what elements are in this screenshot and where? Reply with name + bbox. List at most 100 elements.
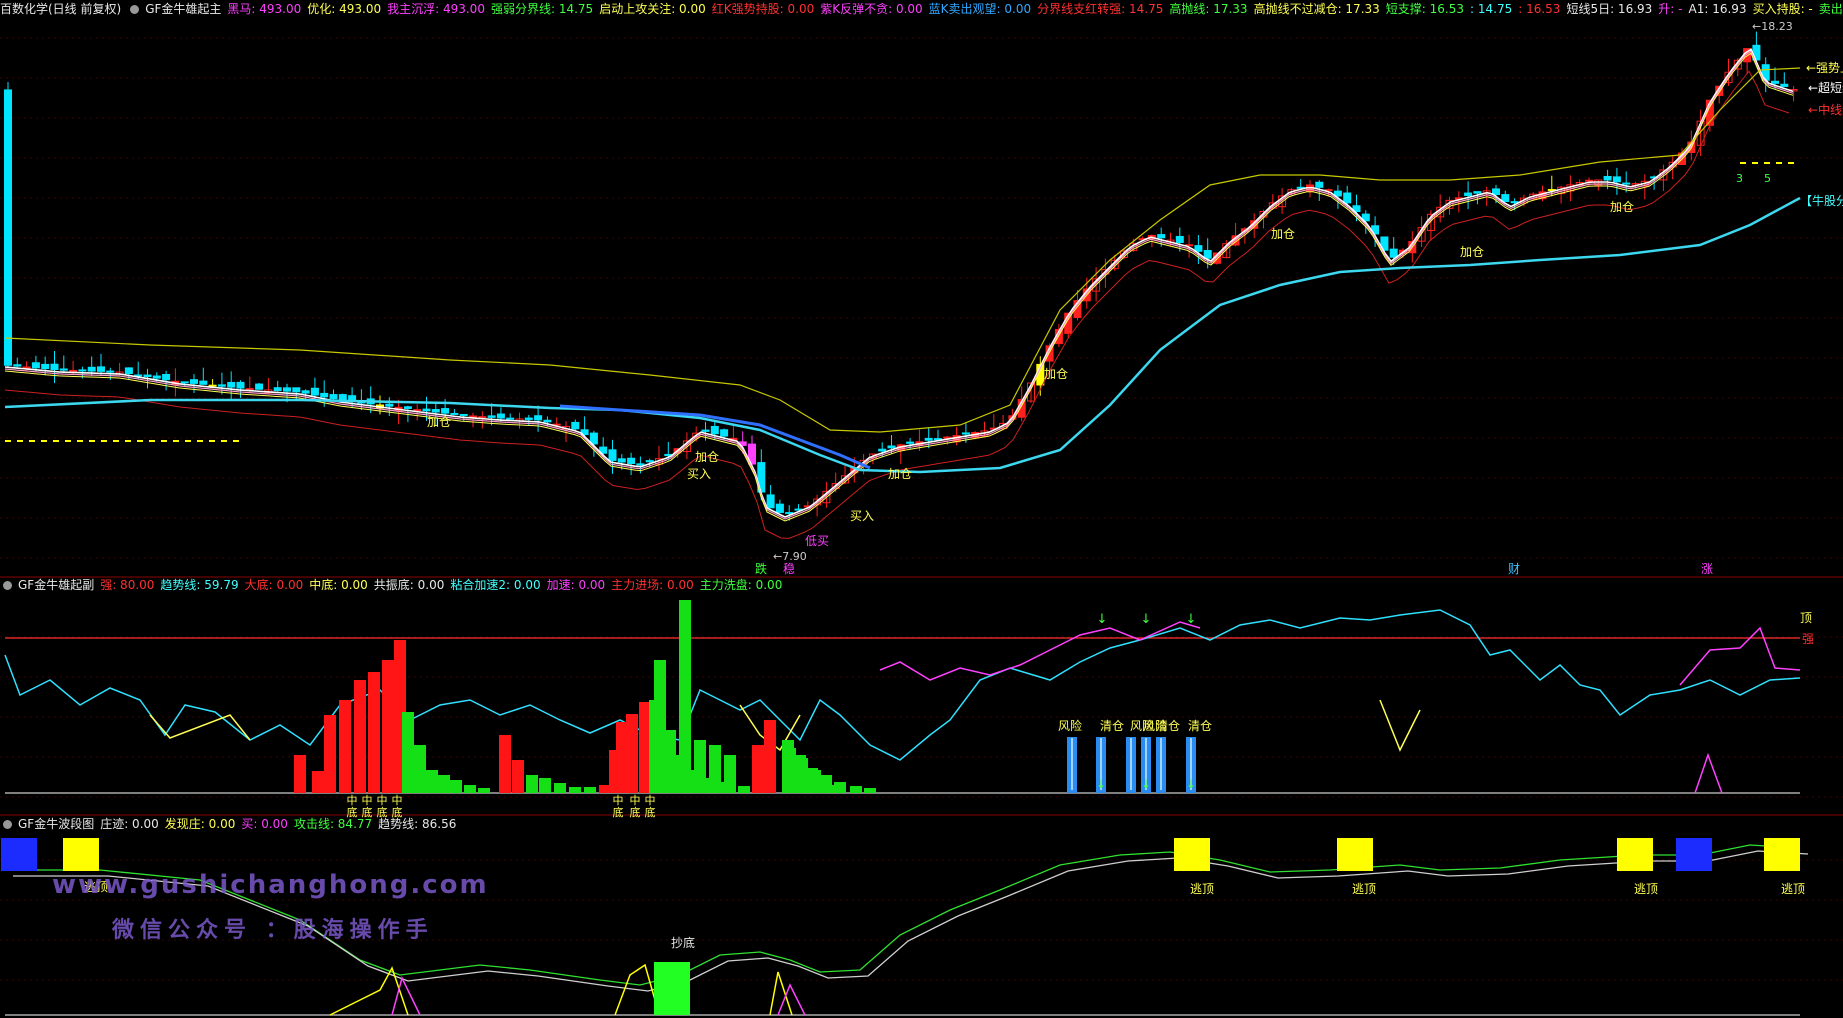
candle-body xyxy=(710,425,719,435)
right-label: ←中线线 xyxy=(1808,102,1843,117)
candle-body xyxy=(152,375,161,379)
signal-block xyxy=(1676,838,1712,871)
candle-body xyxy=(22,366,31,369)
candle-body xyxy=(1389,248,1398,258)
candle-body xyxy=(106,370,115,373)
count-label: 5 xyxy=(1764,172,1771,185)
mid-bottom-label: 底 xyxy=(362,805,373,819)
candle-body xyxy=(701,429,710,432)
washout-bar xyxy=(850,786,862,793)
candle-body xyxy=(645,460,654,463)
candle-body xyxy=(524,417,533,420)
candle-body xyxy=(13,364,22,367)
sell-arrow-icon: ↓ xyxy=(1186,777,1196,791)
candle-body xyxy=(1315,181,1324,188)
strong-label: 强 xyxy=(1802,632,1814,646)
candle-body xyxy=(1203,249,1212,259)
add-position-label: 加仓 xyxy=(427,415,451,429)
candle-body xyxy=(1622,182,1631,185)
washout-bar xyxy=(704,778,716,793)
buy-label: 买入 xyxy=(687,467,711,481)
candle-body xyxy=(924,437,933,441)
right-label: 【牛股分 xyxy=(1800,193,1843,208)
stock-chart-canvas[interactable]: 加仓加仓加仓加仓加仓加仓买入买入加仓低买←7.90←18.23跌稳财涨←强势上←… xyxy=(0,0,1843,1018)
candle-body xyxy=(292,387,301,393)
candle-body xyxy=(338,394,347,401)
washout-bar xyxy=(649,700,661,793)
short-line xyxy=(4,48,1794,518)
candle-body xyxy=(1157,234,1166,239)
washout-bar xyxy=(526,775,538,793)
candle-body xyxy=(878,448,887,452)
candle-body xyxy=(217,384,226,387)
mid-bottom-label: 底 xyxy=(392,805,403,819)
candle-body xyxy=(608,449,617,461)
trend-line xyxy=(4,609,1801,761)
sell-arrow-icon: ↓ xyxy=(1097,612,1108,627)
main-force-bar xyxy=(499,735,511,793)
mid-bottom-label: 底 xyxy=(645,805,656,819)
risk-label: 风险 xyxy=(1143,718,1167,733)
pink-line xyxy=(4,50,1794,520)
candle-body xyxy=(785,512,794,515)
top-label: 顶 xyxy=(1800,611,1812,625)
candle-body xyxy=(422,408,431,412)
candle-body xyxy=(1771,80,1779,84)
main-force-bar xyxy=(752,745,764,793)
candle-body xyxy=(961,432,970,435)
candle-body xyxy=(78,369,87,372)
main-force-bar xyxy=(512,760,524,793)
buy-bottom-label: 抄底 xyxy=(671,935,695,950)
candle-body xyxy=(143,374,152,378)
main-force-bar xyxy=(324,715,336,793)
candle-body xyxy=(1612,176,1621,183)
spike-magenta xyxy=(777,983,806,1016)
washout-bar xyxy=(569,787,581,793)
washout-bar xyxy=(794,755,806,793)
buy-label: 买入 xyxy=(850,509,874,523)
signal-block xyxy=(1337,838,1373,871)
mid-bottom-label: 底 xyxy=(630,805,641,819)
main-force-bar xyxy=(626,714,638,793)
candle-body xyxy=(496,413,505,419)
add-position-label: 加仓 xyxy=(1271,227,1295,241)
signal-block xyxy=(1617,838,1653,871)
trend-line-yellow xyxy=(1379,699,1421,752)
washout-bar xyxy=(426,770,438,793)
candle-body xyxy=(431,409,440,413)
add-position-label: 加仓 xyxy=(695,450,719,464)
sell-arrow-icon: ↓ xyxy=(1186,612,1197,627)
high-price-label: ←18.23 xyxy=(1752,20,1793,33)
candle-body xyxy=(273,387,282,392)
mid-bottom-label: 底 xyxy=(377,805,388,819)
candle-body xyxy=(87,366,96,372)
escape-top-label: 逃顶 xyxy=(1634,882,1658,896)
risk-label: 风险 xyxy=(1058,718,1082,733)
main-force-bar xyxy=(294,755,306,793)
candle-body xyxy=(487,415,496,418)
washout-bar xyxy=(676,755,688,793)
signal-block xyxy=(1,838,37,871)
escape-top-label: 逃顶 xyxy=(1352,882,1376,896)
candle-body xyxy=(227,381,236,388)
candle-body xyxy=(766,494,775,509)
candle-body xyxy=(413,409,422,412)
candle-body xyxy=(887,445,896,449)
candle-body xyxy=(97,366,105,372)
main-force-bar xyxy=(368,672,380,793)
accel-spike xyxy=(1694,752,1723,794)
candle-body xyxy=(320,392,329,398)
washout-bar xyxy=(414,745,426,793)
candle-body xyxy=(283,387,291,392)
mid-bottom-label: 底 xyxy=(613,805,624,819)
risk-label: 清仓 xyxy=(1188,719,1212,733)
signal-block xyxy=(63,838,99,871)
candle-body xyxy=(627,457,636,465)
candle-body xyxy=(180,381,189,384)
main-force-bar xyxy=(354,680,366,793)
candle-body xyxy=(59,368,68,371)
washout-bar xyxy=(864,788,876,793)
candle-body xyxy=(1603,175,1612,181)
candle-body xyxy=(775,503,784,513)
candle-body xyxy=(478,416,487,419)
